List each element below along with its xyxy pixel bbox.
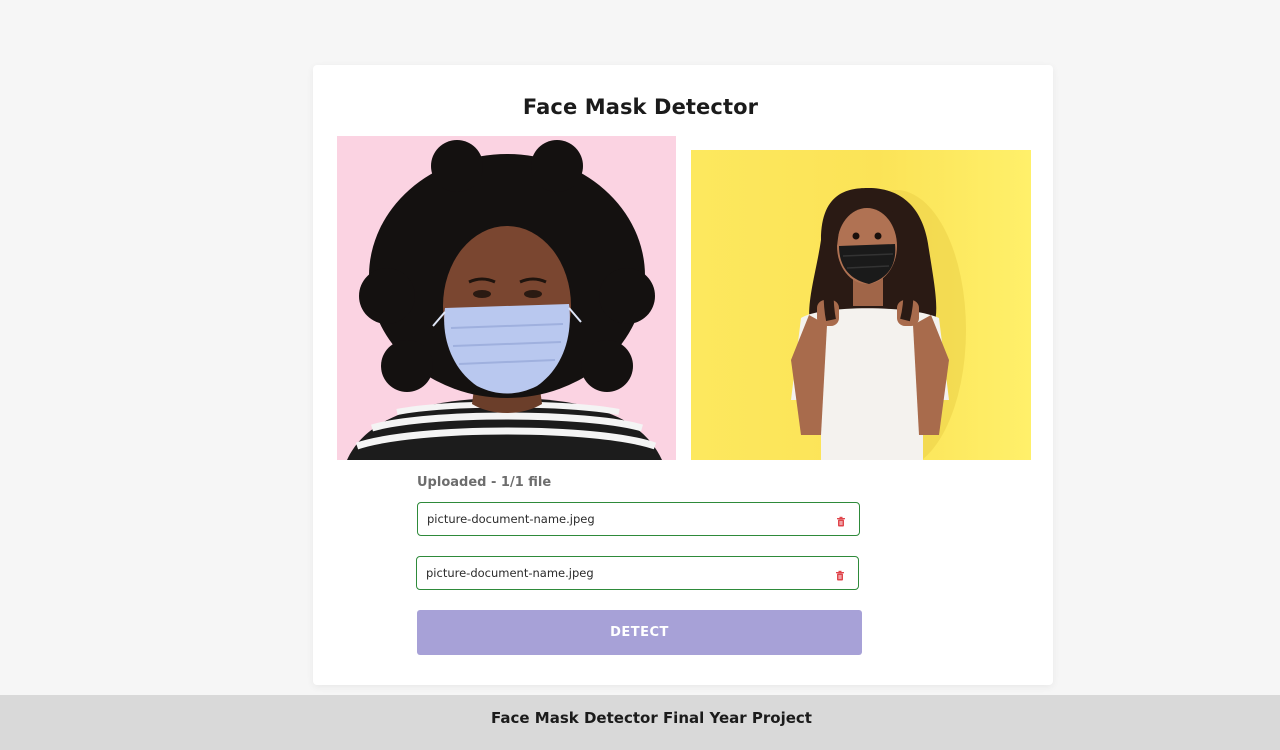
trash-icon[interactable] bbox=[835, 513, 847, 527]
woman-blue-mask-photo bbox=[337, 136, 676, 460]
uploaded-file-row: picture-document-name.jpeg bbox=[416, 556, 859, 590]
trash-icon[interactable] bbox=[834, 567, 846, 581]
uploaded-image-left bbox=[337, 136, 676, 460]
file-name: picture-document-name.jpeg bbox=[427, 512, 595, 526]
footer-text: Face Mask Detector Final Year Project bbox=[491, 709, 812, 727]
footer: Face Mask Detector Final Year Project bbox=[0, 695, 1280, 750]
woman-black-mask-photo bbox=[691, 150, 1031, 460]
file-name: picture-document-name.jpeg bbox=[426, 566, 594, 580]
upload-status: Uploaded - 1/1 file bbox=[417, 475, 552, 490]
detect-button[interactable]: DETECT bbox=[417, 610, 862, 655]
page-title: Face Mask Detector bbox=[522, 95, 759, 119]
uploaded-file-row: picture-document-name.jpeg bbox=[417, 502, 860, 536]
detector-card: Face Mask Detector Uploaded - 1/1 file p… bbox=[313, 65, 1053, 685]
uploaded-image-right bbox=[691, 150, 1031, 460]
